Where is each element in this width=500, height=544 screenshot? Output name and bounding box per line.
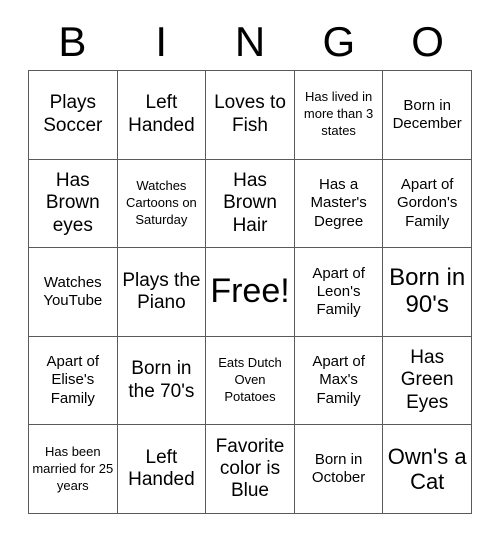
bingo-cell-label: Loves to Fish — [214, 92, 286, 136]
bingo-cell-label: Watches YouTube — [43, 273, 103, 309]
bingo-card: B I N G O Plays Soccer Left Handed Loves to Fi… — [0, 0, 500, 544]
bingo-cell-label: Apart of Elise's Family — [46, 353, 100, 407]
bingo-cell-label: Favorite color is Blue — [215, 435, 285, 502]
bingo-cell[interactable]: Apart of Max's Family — [294, 336, 384, 426]
bingo-cell-label: Free! — [210, 272, 290, 311]
bingo-cell-label: Apart of Max's Family — [312, 353, 365, 407]
bingo-header-letter-o: O — [411, 18, 444, 65]
bingo-cell[interactable]: Apart of Gordon's Family — [383, 159, 472, 249]
bingo-cell-label: Left Handed — [128, 92, 195, 136]
bingo-cell[interactable]: Watches YouTube — [29, 248, 118, 337]
bingo-cell-label: Apart of Gordon's Family — [396, 175, 458, 230]
bingo-cell[interactable]: Has Brown Hair — [206, 159, 295, 249]
bingo-cell-label: Has a Master's Degree — [310, 175, 367, 230]
bingo-cell-label: Apart of Leon's Family — [312, 264, 365, 319]
bingo-cell-label: Watches Cartoons on Saturday — [125, 178, 197, 227]
bingo-cell[interactable]: Eats Dutch Oven Potatoes — [206, 336, 295, 426]
bingo-cell[interactable]: Has lived in more than 3 states — [294, 71, 384, 160]
bingo-cell[interactable]: Born in 90's — [383, 248, 472, 337]
bingo-cell[interactable]: Loves to Fish — [206, 71, 295, 160]
bingo-cell-label: Eats Dutch Oven Potatoes — [218, 355, 282, 405]
bingo-cell-label: Has been married for 25 years — [32, 443, 114, 493]
bingo-cell[interactable]: Watches Cartoons on Saturday — [117, 159, 207, 249]
bingo-cell[interactable]: Born in the 70's — [117, 336, 207, 426]
bingo-cell-label: Born in 90's — [389, 264, 466, 318]
bingo-header-letter-g: G — [322, 18, 356, 65]
bingo-cell-label: Own's a Cat — [387, 444, 467, 495]
bingo-cell-label: Has Brown Hair — [223, 169, 277, 236]
bingo-free-space[interactable]: Free! — [206, 248, 295, 337]
bingo-cell[interactable]: Born in December — [383, 71, 472, 160]
bingo-header-letter-n: N — [234, 18, 266, 65]
bingo-cell[interactable]: Left Handed — [117, 71, 207, 160]
bingo-cell[interactable]: Has Green Eyes — [383, 336, 472, 426]
bingo-cell-label: Has Brown eyes — [45, 169, 100, 236]
bingo-cell[interactable]: Left Handed — [117, 425, 207, 514]
bingo-cell-label: Plays Soccer — [43, 92, 103, 136]
bingo-cell[interactable]: Has Brown eyes — [29, 159, 118, 249]
bingo-cell[interactable]: Plays the Piano — [117, 248, 207, 337]
bingo-grid: Plays Soccer Left Handed Loves to Fish Has … — [28, 70, 472, 514]
bingo-cell[interactable]: Apart of Elise's Family — [29, 336, 118, 426]
bingo-cell-label: Born in December — [392, 96, 462, 132]
bingo-cell[interactable]: Has been married for 25 years — [29, 425, 118, 514]
bingo-header-letter-i: I — [155, 18, 168, 65]
bingo-cell-label: Born in October — [311, 450, 366, 487]
bingo-cell[interactable]: Has a Master's Degree — [294, 159, 384, 249]
bingo-cell-label: Born in the 70's — [128, 358, 195, 402]
bingo-cell-label: Left Handed — [128, 446, 195, 491]
bingo-header-letter-b: B — [58, 18, 87, 65]
bingo-cell[interactable]: Born in October — [294, 425, 384, 514]
bingo-cell[interactable]: Own's a Cat — [383, 425, 472, 514]
bingo-cell-label: Has Green Eyes — [400, 346, 454, 413]
bingo-cell[interactable]: Favorite color is Blue — [206, 425, 295, 514]
bingo-cell-label: Plays the Piano — [122, 269, 201, 313]
bingo-cell-label: Has lived in more than 3 states — [303, 89, 374, 139]
bingo-cell[interactable]: Plays Soccer — [29, 71, 118, 160]
bingo-header-row: BINGO — [28, 14, 472, 70]
bingo-cell[interactable]: Apart of Leon's Family — [294, 248, 384, 337]
